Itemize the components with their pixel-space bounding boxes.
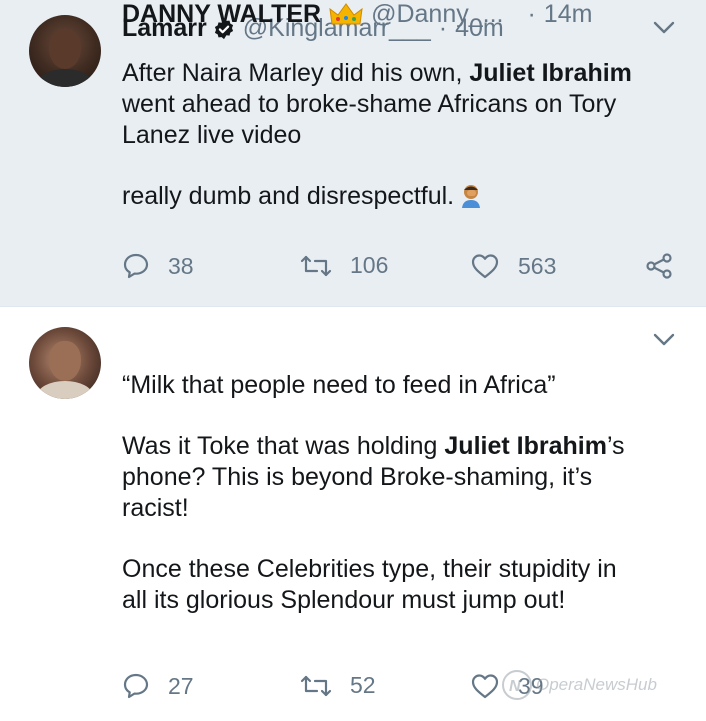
reply-icon	[123, 673, 149, 699]
tweet-text-line: “Milk that people need to feed in Africa…	[122, 371, 556, 399]
user-handle[interactable]: @Danny_...	[371, 0, 503, 29]
retweet-icon	[300, 255, 332, 276]
share-button[interactable]	[644, 252, 692, 280]
reply-count: 27	[168, 672, 194, 699]
tweet-text-line: Lanez live video	[122, 121, 302, 149]
tweet-text-line: Once these Celebrities type, their stupi…	[122, 555, 617, 583]
tweet-text-line: all its glorious Splendour must jump out…	[122, 586, 566, 614]
tweet-text-segment: ’s	[606, 432, 625, 460]
reply-button[interactable]: 38	[122, 252, 194, 280]
retweet-button[interactable]: 106	[300, 252, 388, 279]
avatar-shirt	[37, 381, 93, 399]
retweet-icon	[300, 675, 332, 696]
tweet-text-segment: After Naira Marley did his own,	[122, 59, 470, 87]
mention-text: Juliet Ibrahim	[469, 59, 632, 87]
tweet-text: “Milk that people need to feed in Africa…	[122, 370, 682, 616]
avatar-face	[49, 341, 81, 381]
separator-dot: ·	[527, 0, 536, 28]
heart-icon	[471, 254, 499, 279]
timestamp[interactable]: 14m	[544, 0, 593, 29]
avatar-face	[49, 29, 81, 69]
facepalm-emoji-icon	[462, 185, 481, 208]
tweet-text-line: phone? This is beyond Broke-shaming, it’…	[122, 463, 593, 491]
crown-emoji-icon	[329, 2, 363, 24]
opera-news-logo-icon: N	[502, 670, 532, 700]
tweet-text-segment: Was it Toke that was holding	[122, 432, 445, 460]
svg-text:N: N	[509, 678, 521, 695]
tweet-text-line: went ahead to broke-shame Africans on To…	[122, 90, 617, 118]
mention-text: Juliet Ibrahim	[444, 432, 607, 460]
tweet-text-line: really dumb and disrespectful.	[122, 182, 455, 210]
retweet-button[interactable]: 52	[300, 672, 376, 699]
like-count: 563	[518, 252, 557, 279]
avatar[interactable]	[29, 15, 101, 87]
retweet-count: 106	[350, 252, 389, 278]
reply-count: 38	[168, 252, 194, 279]
tweet-header: DANNY WALTER @Danny_... · 14m	[122, 0, 592, 29]
chevron-down-icon[interactable]	[652, 332, 676, 348]
display-name[interactable]: DANNY WALTER	[122, 0, 321, 29]
reply-icon	[123, 253, 149, 279]
tweet-text: After Naira Marley did his own, Juliet I…	[122, 58, 682, 212]
retweet-count: 52	[350, 672, 376, 698]
watermark-text: OperaNewsHub	[536, 675, 657, 694]
avatar[interactable]	[29, 327, 101, 399]
watermark: N OperaNewsHub	[500, 668, 657, 702]
heart-icon	[471, 674, 499, 699]
share-icon	[646, 253, 672, 279]
tweet-card[interactable]: Lamarr @Kinglamarr___ · 40m After Naira …	[0, 0, 706, 306]
chevron-down-icon[interactable]	[652, 20, 676, 36]
reply-button[interactable]: 27	[122, 672, 194, 700]
tweet-actions: 38 106 563	[122, 252, 692, 284]
avatar-shirt	[37, 69, 93, 87]
like-button[interactable]: 563	[470, 252, 556, 280]
tweet-text-line: racist!	[122, 494, 189, 522]
